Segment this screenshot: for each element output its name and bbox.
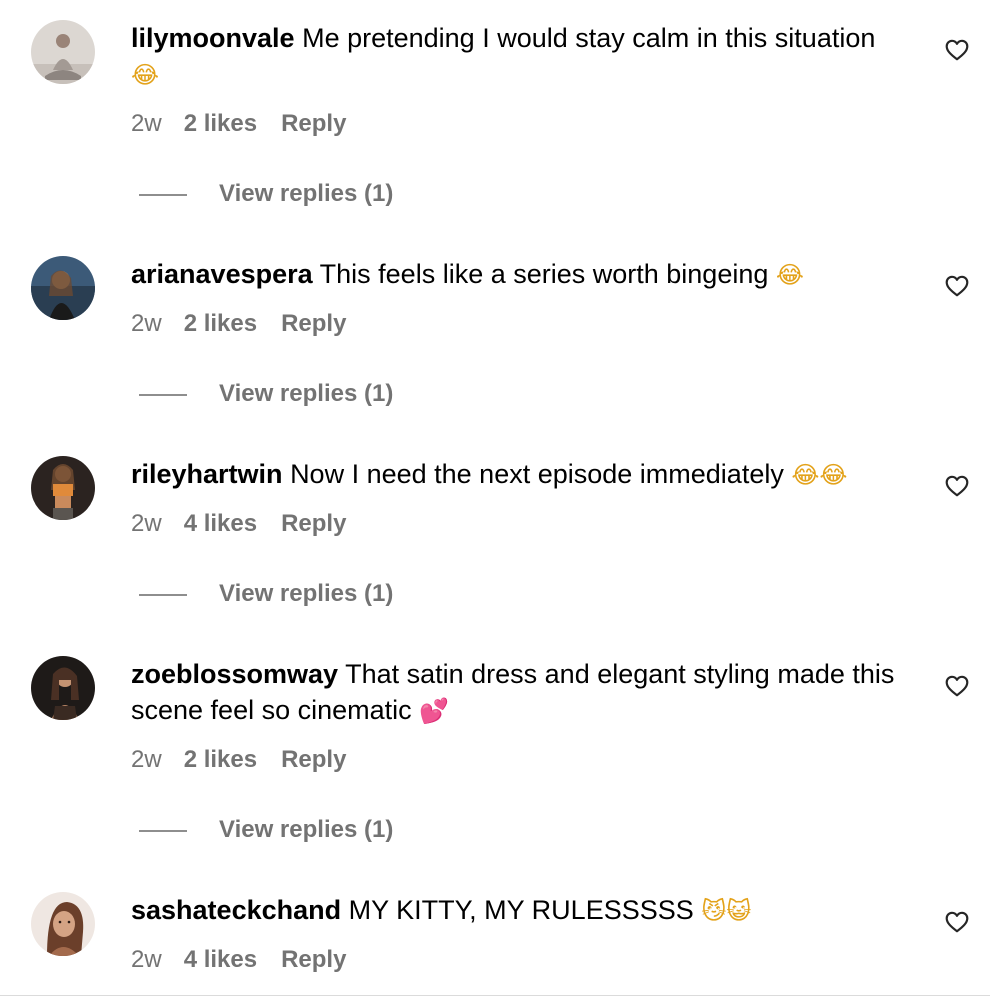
comment-text: arianavespera This feels like a series w…: [131, 256, 901, 293]
heart-outline-icon[interactable]: [944, 37, 970, 63]
avatar-image: [31, 256, 95, 320]
view-replies-label[interactable]: View replies (1): [219, 579, 393, 609]
heart-outline-icon[interactable]: [944, 473, 970, 499]
view-replies-label[interactable]: View replies (1): [219, 815, 393, 845]
laughing-emoji: 😂: [775, 261, 804, 289]
view-replies-label[interactable]: View replies (1): [219, 179, 393, 209]
view-replies[interactable]: View replies (1): [0, 815, 990, 845]
comment-body: This feels like a series worth bingeing: [319, 259, 769, 289]
avatar[interactable]: [31, 656, 95, 720]
two-hearts-emoji: 💕: [419, 697, 450, 725]
replies-divider-line: [139, 594, 187, 596]
bottom-divider: [0, 995, 990, 996]
comment-body: Now I need the next episode immediately: [290, 459, 784, 489]
comment-text: lilymoonvale Me pretending I would stay …: [131, 20, 901, 93]
reply-button[interactable]: Reply: [281, 309, 346, 339]
comment-time: 2w: [131, 510, 162, 537]
comment-time: 2w: [131, 746, 162, 773]
comment-meta: 2w 2 likes Reply: [131, 745, 346, 775]
comment-text: sashateckchand MY KITTY, MY RULESSSSS 😼😺: [131, 892, 901, 929]
comment-likes[interactable]: 2 likes: [184, 745, 257, 775]
reply-button[interactable]: Reply: [281, 509, 346, 539]
comment-meta: 2w 4 likes Reply: [131, 509, 346, 539]
heart-outline-icon[interactable]: [944, 673, 970, 699]
comment-username[interactable]: sashateckchand: [131, 895, 341, 925]
avatar[interactable]: [31, 256, 95, 320]
laughing-emoji: 😂: [131, 61, 160, 89]
avatar[interactable]: [31, 892, 95, 956]
replies-divider-line: [139, 830, 187, 832]
comment-meta: 2w 4 likes Reply: [131, 945, 346, 975]
comment-body: Me pretending I would stay calm in this …: [302, 23, 876, 53]
comment-likes[interactable]: 2 likes: [184, 109, 257, 139]
view-replies[interactable]: View replies (1): [0, 579, 990, 609]
reply-button[interactable]: Reply: [281, 745, 346, 775]
avatar-image: [31, 20, 95, 84]
cat-emoji: 😼😺: [701, 897, 752, 925]
comment-username[interactable]: rileyhartwin: [131, 459, 283, 489]
comment-time: 2w: [131, 310, 162, 337]
comment-meta: 2w 2 likes Reply: [131, 109, 346, 139]
avatar[interactable]: [31, 20, 95, 84]
replies-divider-line: [139, 194, 187, 196]
heart-outline-icon[interactable]: [944, 909, 970, 935]
avatar[interactable]: [31, 456, 95, 520]
reply-button[interactable]: Reply: [281, 109, 346, 139]
laughing-emoji: 😂😂: [791, 461, 848, 489]
heart-outline-icon[interactable]: [944, 273, 970, 299]
comment-text: zoeblossomway That satin dress and elega…: [131, 656, 901, 729]
view-replies[interactable]: View replies (1): [0, 179, 990, 209]
comment-username[interactable]: arianavespera: [131, 259, 313, 289]
comment-username[interactable]: lilymoonvale: [131, 23, 295, 53]
avatar-image: [31, 892, 95, 956]
comment-meta: 2w 2 likes Reply: [131, 309, 346, 339]
comment-text: rileyhartwin Now I need the next episode…: [131, 456, 901, 493]
comment-time: 2w: [131, 946, 162, 973]
replies-divider-line: [139, 394, 187, 396]
comment-time: 2w: [131, 110, 162, 137]
comment-username[interactable]: zoeblossomway: [131, 659, 338, 689]
comment-likes[interactable]: 4 likes: [184, 509, 257, 539]
view-replies[interactable]: View replies (1): [0, 379, 990, 409]
comment-likes[interactable]: 2 likes: [184, 309, 257, 339]
reply-button[interactable]: Reply: [281, 945, 346, 975]
view-replies-label[interactable]: View replies (1): [219, 379, 393, 409]
avatar-image: [31, 656, 95, 720]
comment-body: MY KITTY, MY RULESSSSS: [348, 895, 694, 925]
comment-likes[interactable]: 4 likes: [184, 945, 257, 975]
avatar-image: [31, 456, 95, 520]
